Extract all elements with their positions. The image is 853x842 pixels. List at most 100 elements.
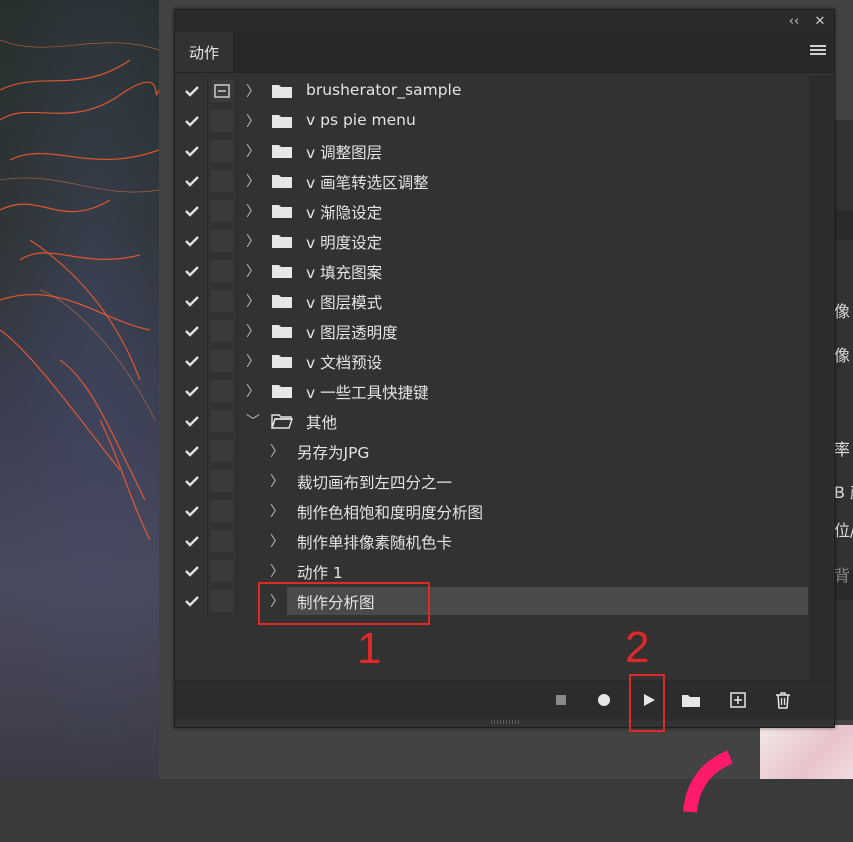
resize-grip[interactable]: [491, 720, 519, 724]
chevron-right-icon[interactable]: 〉: [270, 531, 284, 551]
checkmark-icon[interactable]: [181, 200, 203, 222]
action-set-label: v 明度设定: [306, 234, 383, 252]
chevron-right-icon[interactable]: 〉: [246, 111, 260, 131]
background-fragment: 背: [834, 566, 851, 585]
action-set-label: brusherator_sample: [306, 81, 462, 99]
action-set-row[interactable]: 〉 brusherator_sample: [175, 76, 808, 106]
chevron-right-icon[interactable]: 〉: [246, 81, 260, 101]
checkmark-icon[interactable]: [181, 500, 203, 522]
chevron-right-icon[interactable]: 〉: [246, 231, 260, 251]
dialog-toggle[interactable]: [211, 410, 233, 432]
dialog-toggle[interactable]: [211, 470, 233, 492]
checkmark-icon[interactable]: [181, 350, 203, 372]
dialog-toggle[interactable]: [211, 200, 233, 222]
dialog-toggle[interactable]: [211, 320, 233, 342]
dialog-toggle-icon[interactable]: [211, 80, 233, 102]
action-set-row[interactable]: 〉 v ps pie menu: [175, 106, 808, 136]
hamburger-icon[interactable]: [810, 45, 826, 59]
action-set-row[interactable]: 〉 v 调整图层: [175, 136, 808, 166]
folder-icon: [271, 233, 293, 249]
chevron-right-icon[interactable]: 〉: [246, 261, 260, 281]
record-icon[interactable]: [591, 688, 617, 712]
dialog-toggle[interactable]: [211, 380, 233, 402]
checkmark-icon[interactable]: [181, 440, 203, 462]
annotation-number-2: 2: [625, 623, 650, 672]
chevron-right-icon[interactable]: 〉: [270, 471, 284, 491]
checkmark-icon[interactable]: [181, 170, 203, 192]
checkmark-icon[interactable]: [181, 290, 203, 312]
action-row[interactable]: 〉制作单排像素随机色卡: [175, 526, 808, 556]
action-set-row[interactable]: 〉 v 画笔转选区调整: [175, 166, 808, 196]
action-label: 制作色相饱和度明度分析图: [297, 504, 484, 522]
chevron-right-icon[interactable]: 〉: [246, 201, 260, 221]
action-set-label: v 渐隐设定: [306, 204, 383, 222]
trash-icon[interactable]: [770, 688, 796, 712]
background-properties-panel: [833, 120, 853, 720]
dialog-toggle[interactable]: [211, 530, 233, 552]
checkmark-icon[interactable]: [181, 230, 203, 252]
tab-actions[interactable]: 动作: [175, 32, 234, 72]
dialog-toggle[interactable]: [211, 350, 233, 372]
action-set-row[interactable]: 〉 v 渐隐设定: [175, 196, 808, 226]
checkmark-icon[interactable]: [181, 380, 203, 402]
action-row[interactable]: 〉制作色相饱和度明度分析图: [175, 496, 808, 526]
chevron-down-icon[interactable]: ﹀: [246, 411, 260, 431]
action-set-row[interactable]: ﹀ 其他: [175, 406, 808, 436]
dialog-toggle[interactable]: [211, 170, 233, 192]
pink-arc-shape: [683, 750, 733, 813]
checkmark-icon[interactable]: [181, 320, 203, 342]
folder-icon: [271, 203, 293, 219]
folder-icon[interactable]: [678, 688, 704, 712]
checkmark-icon[interactable]: [181, 110, 203, 132]
checkmark-icon[interactable]: [181, 530, 203, 552]
dialog-toggle[interactable]: [211, 440, 233, 462]
chevron-right-icon[interactable]: 〉: [270, 501, 284, 521]
chevron-right-icon[interactable]: 〉: [246, 141, 260, 161]
new-item-icon[interactable]: [725, 688, 751, 712]
action-set-label: v 画笔转选区调整: [306, 174, 429, 192]
annotation-number-1: 1: [357, 624, 382, 673]
checkmark-icon[interactable]: [181, 590, 203, 612]
background-fragment: 像: [834, 346, 851, 365]
scrollbar[interactable]: [809, 76, 833, 684]
folder-icon: [271, 173, 293, 189]
action-set-row[interactable]: 〉 v 图层模式: [175, 286, 808, 316]
chevron-right-icon[interactable]: 〉: [246, 291, 260, 311]
chevron-right-icon[interactable]: 〉: [246, 381, 260, 401]
dialog-toggle[interactable]: [211, 230, 233, 252]
checkmark-icon[interactable]: [181, 260, 203, 282]
checkmark-icon[interactable]: [181, 140, 203, 162]
action-row[interactable]: 〉裁切画布到左四分之一: [175, 466, 808, 496]
dialog-toggle[interactable]: [211, 500, 233, 522]
action-set-label: v 填充图案: [306, 264, 383, 282]
chevron-right-icon[interactable]: 〉: [246, 351, 260, 371]
panel-titlebar[interactable]: ‹‹ ✕: [175, 10, 834, 32]
double-chevron-left-icon[interactable]: ‹‹: [785, 11, 803, 31]
action-set-row[interactable]: 〉 v 明度设定: [175, 226, 808, 256]
action-set-row[interactable]: 〉 v 文档预设: [175, 346, 808, 376]
action-set-label: v 图层模式: [306, 294, 383, 312]
checkmark-icon[interactable]: [181, 470, 203, 492]
dialog-toggle[interactable]: [211, 260, 233, 282]
action-set-row[interactable]: 〉 v 图层透明度: [175, 316, 808, 346]
chevron-right-icon[interactable]: 〉: [270, 441, 284, 461]
folder-icon: [271, 143, 293, 159]
dialog-toggle[interactable]: [211, 590, 233, 612]
checkmark-icon[interactable]: [181, 410, 203, 432]
checkmark-icon[interactable]: [181, 80, 203, 102]
dialog-toggle[interactable]: [211, 110, 233, 132]
action-set-row[interactable]: 〉 v 填充图案: [175, 256, 808, 286]
stop-icon[interactable]: [548, 688, 574, 712]
chevron-right-icon[interactable]: 〉: [246, 321, 260, 341]
dialog-toggle[interactable]: [211, 290, 233, 312]
action-set-label: v 一些工具快捷键: [306, 384, 429, 402]
action-row[interactable]: 〉另存为JPG: [175, 436, 808, 466]
chevron-right-icon[interactable]: 〉: [246, 171, 260, 191]
action-set-row[interactable]: 〉 v 一些工具快捷键: [175, 376, 808, 406]
dialog-toggle[interactable]: [211, 560, 233, 582]
checkmark-icon[interactable]: [181, 560, 203, 582]
chevron-right-icon[interactable]: 〉: [270, 561, 284, 581]
dialog-toggle[interactable]: [211, 140, 233, 162]
close-icon[interactable]: ✕: [811, 11, 829, 31]
folder-icon: [271, 323, 293, 339]
